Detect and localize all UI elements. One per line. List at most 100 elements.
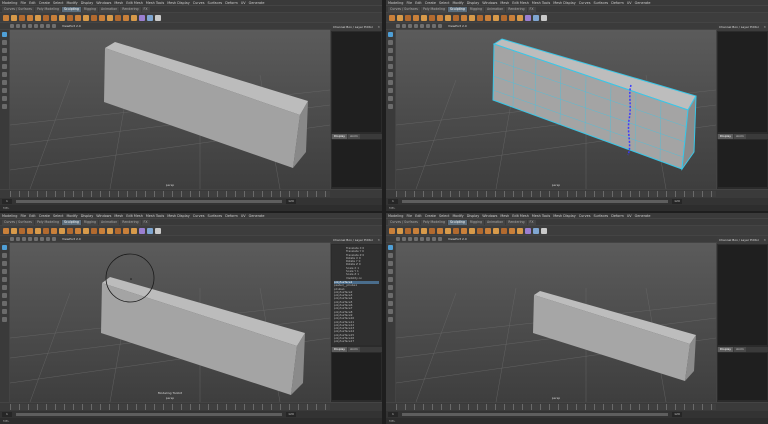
command-line[interactable]: MEL	[386, 418, 768, 424]
wireframe-icon[interactable]	[22, 24, 26, 28]
sculpt-brush-icon[interactable]	[3, 14, 9, 21]
light-icon[interactable]	[426, 24, 430, 28]
sculpt-brush-icon[interactable]	[51, 227, 57, 234]
menu-surfaces[interactable]: Surfaces	[208, 214, 223, 218]
time-slider[interactable]	[0, 190, 382, 198]
sculpt-brush-icon[interactable]	[525, 14, 531, 21]
sculpt-brush-icon[interactable]	[75, 227, 81, 234]
sculpt-brush-icon[interactable]	[485, 14, 491, 21]
menu-mesh-display[interactable]: Mesh Display	[167, 214, 190, 218]
camera-icon[interactable]	[10, 237, 14, 241]
layout-side-icon[interactable]	[388, 96, 393, 101]
tab-rigging[interactable]: Rigging	[467, 6, 484, 12]
lasso-tool-icon[interactable]	[2, 253, 7, 258]
sculpt-brush-icon[interactable]	[67, 227, 73, 234]
lasso-tool-icon[interactable]	[388, 253, 393, 258]
menu-deform[interactable]: Deform	[225, 214, 238, 218]
layout-four-icon[interactable]	[388, 301, 393, 306]
menu-windows[interactable]: Windows	[482, 214, 497, 218]
tab-display[interactable]: Display	[718, 347, 734, 352]
persp-viewport[interactable]: persp	[396, 30, 716, 189]
persp-viewport[interactable]: persp	[10, 30, 330, 189]
end-frame-field[interactable]: 120	[286, 412, 296, 417]
texture-icon[interactable]	[34, 24, 38, 28]
sculpt-brush-icon[interactable]	[139, 227, 145, 234]
menu-generate[interactable]: Generate	[635, 1, 651, 5]
layout-single-icon[interactable]	[388, 80, 393, 85]
channel-box-area[interactable]	[718, 245, 767, 345]
outliner-item[interactable]: polySurface17	[334, 340, 379, 344]
tab-anim[interactable]: Anim	[734, 347, 746, 352]
tab-rendering[interactable]: Rendering	[506, 6, 527, 12]
sculpt-brush-icon[interactable]	[3, 227, 9, 234]
sculpt-brush-icon[interactable]	[517, 227, 523, 234]
wireframe-icon[interactable]	[408, 237, 412, 241]
sculpt-brush-icon[interactable]	[59, 14, 65, 21]
menu-modify[interactable]: Modify	[66, 214, 77, 218]
camera-icon[interactable]	[10, 24, 14, 28]
tab-anim[interactable]: Anim	[348, 134, 360, 139]
menu-deform[interactable]: Deform	[225, 1, 238, 5]
close-icon[interactable]: ✕	[763, 238, 766, 242]
range-handle[interactable]	[16, 413, 282, 416]
shadow-icon[interactable]	[432, 237, 436, 241]
select-tool-icon[interactable]	[2, 32, 7, 37]
time-slider[interactable]	[386, 190, 768, 198]
shadow-icon[interactable]	[46, 237, 50, 241]
sculpt-brush-icon[interactable]	[477, 14, 483, 21]
menu-windows[interactable]: Windows	[96, 1, 111, 5]
isolate-icon[interactable]	[438, 237, 442, 241]
sculpt-brush-icon[interactable]	[437, 14, 443, 21]
menu-uv[interactable]: UV	[627, 214, 632, 218]
sculpt-brush-icon[interactable]	[43, 14, 49, 21]
tab-fx[interactable]: FX	[141, 219, 150, 225]
light-icon[interactable]	[426, 237, 430, 241]
menu-mesh-display[interactable]: Mesh Display	[553, 1, 576, 5]
tab-anim[interactable]: Anim	[348, 347, 360, 352]
menu-mesh[interactable]: Mesh	[114, 214, 123, 218]
sculpt-brush-icon[interactable]	[477, 227, 483, 234]
menu-select[interactable]: Select	[439, 214, 449, 218]
tab-animation[interactable]: Animation	[98, 6, 120, 12]
sculpt-brush-icon[interactable]	[453, 14, 459, 21]
menu-file[interactable]: File	[406, 1, 412, 5]
menu-mesh-tools[interactable]: Mesh Tools	[532, 1, 550, 5]
layout-four-icon[interactable]	[388, 88, 393, 93]
menu-curves[interactable]: Curves	[579, 1, 591, 5]
light-icon[interactable]	[40, 24, 44, 28]
menu-modify[interactable]: Modify	[452, 1, 463, 5]
layer-editor[interactable]	[718, 140, 767, 187]
tab-poly[interactable]: Poly Modeling	[420, 6, 448, 12]
sculpt-brush-icon[interactable]	[405, 227, 411, 234]
sculpt-brush-icon[interactable]	[75, 14, 81, 21]
sculpt-brush-icon[interactable]	[397, 227, 403, 234]
tab-display[interactable]: Display	[332, 134, 348, 139]
menu-display[interactable]: Display	[467, 1, 480, 5]
layout-four-icon[interactable]	[2, 88, 7, 93]
move-tool-icon[interactable]	[2, 56, 7, 61]
move-tool-icon[interactable]	[388, 269, 393, 274]
sculpt-brush-icon[interactable]	[27, 14, 33, 21]
sculpt-brush-icon[interactable]	[147, 227, 153, 234]
sculpt-brush-icon[interactable]	[405, 14, 411, 21]
sculpt-brush-icon[interactable]	[501, 14, 507, 21]
sculpt-brush-icon[interactable]	[35, 14, 41, 21]
outliner-icon[interactable]	[388, 317, 393, 322]
wireframe-icon[interactable]	[408, 24, 412, 28]
sculpt-brush-icon[interactable]	[139, 14, 145, 21]
paint-select-icon[interactable]	[2, 261, 7, 266]
menu-mesh-tools[interactable]: Mesh Tools	[146, 214, 164, 218]
menu-modify[interactable]: Modify	[66, 1, 77, 5]
layer-editor[interactable]	[718, 353, 767, 400]
tab-rendering[interactable]: Rendering	[506, 219, 527, 225]
shaded-icon[interactable]	[28, 24, 32, 28]
sculpt-brush-icon[interactable]	[99, 14, 105, 21]
menu-mesh-display[interactable]: Mesh Display	[167, 1, 190, 5]
menu-mesh-display[interactable]: Mesh Display	[553, 214, 576, 218]
layout-single-icon[interactable]	[2, 293, 7, 298]
sculpt-brush-icon[interactable]	[107, 14, 113, 21]
menu-curves[interactable]: Curves	[193, 214, 205, 218]
sculpt-brush-icon[interactable]	[99, 227, 105, 234]
sculpt-brush-icon[interactable]	[27, 227, 33, 234]
close-icon[interactable]: ✕	[377, 25, 380, 29]
